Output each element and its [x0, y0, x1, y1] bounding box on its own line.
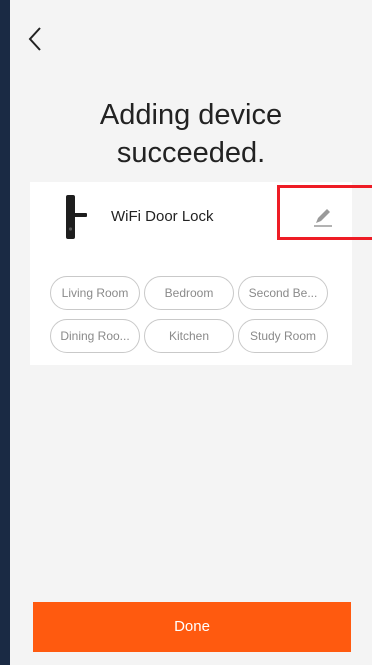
pencil-icon: [314, 209, 332, 227]
room-chip-living-room[interactable]: Living Room: [50, 276, 140, 310]
page-title-line-1: Adding device: [99, 99, 283, 131]
device-card: WiFi Door Lock Living Room Bedroom Secon…: [30, 182, 372, 365]
room-chip-bedroom[interactable]: Bedroom: [144, 276, 234, 310]
room-chip-second-bedroom[interactable]: Second Be...: [238, 276, 328, 310]
room-chip-study-room[interactable]: Study Room: [238, 319, 328, 353]
page-title: Adding device succeeded.: [10, 96, 372, 172]
device-name: WiFi Door Lock: [111, 208, 214, 225]
door-lock-icon: [66, 195, 87, 239]
chevron-left-icon: [28, 27, 41, 51]
done-button[interactable]: Done: [33, 602, 351, 652]
back-button[interactable]: [23, 24, 49, 54]
page-title-line-2: succeeded.: [116, 137, 266, 169]
edit-name-button[interactable]: [310, 204, 336, 230]
device-row: WiFi Door Lock: [30, 182, 352, 254]
room-chip-dining-room[interactable]: Dining Roo...: [50, 319, 140, 353]
device-added-screen: Adding device succeeded. WiFi Door Lock …: [10, 0, 372, 665]
room-chip-kitchen[interactable]: Kitchen: [144, 319, 234, 353]
